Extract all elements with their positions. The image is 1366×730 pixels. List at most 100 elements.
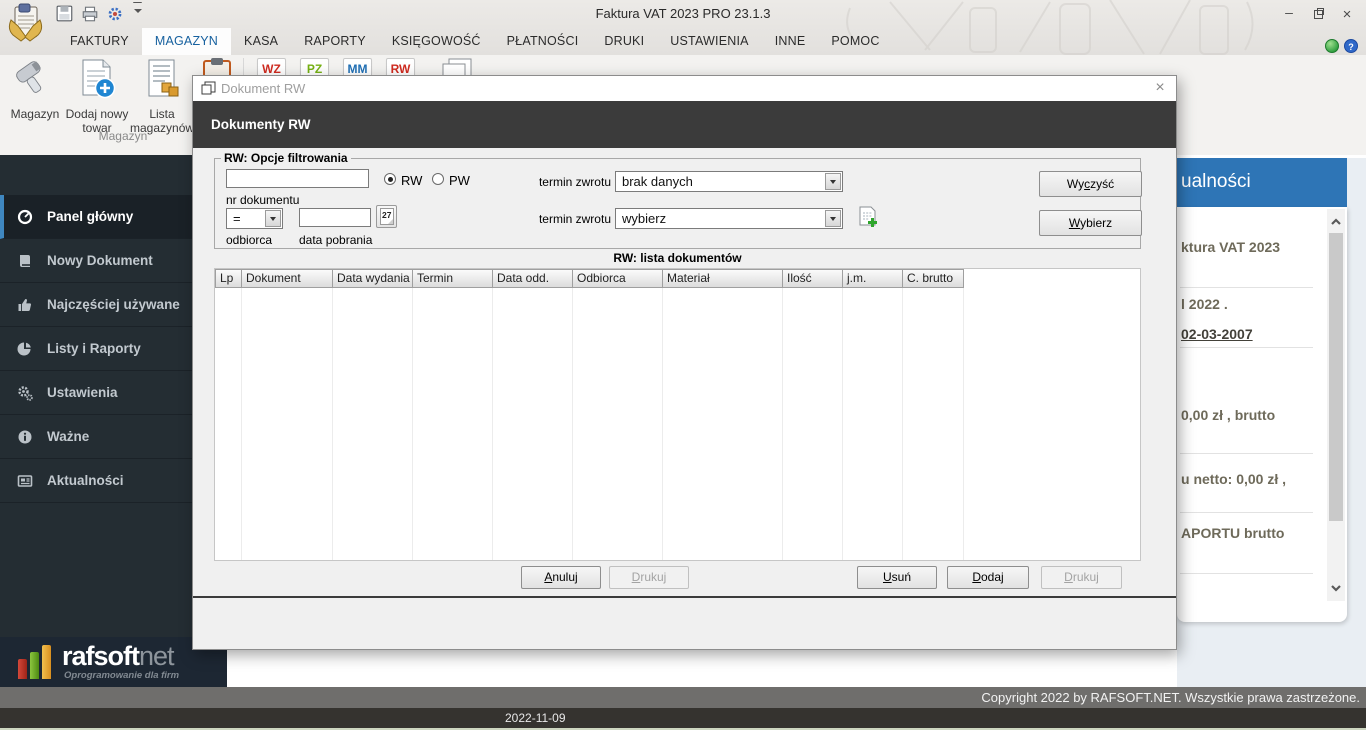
ribbon-button-label: Magazyn <box>6 108 64 122</box>
add-product-icon <box>75 57 119 101</box>
sidebar: Panel główny Nowy Dokument Najczęściej u… <box>0 155 192 690</box>
news-separator <box>1180 573 1313 574</box>
logo-tagline: Oprogramowanie dla firm <box>64 670 179 681</box>
barcode-scanner-icon <box>12 57 58 101</box>
scrollbar-thumb[interactable] <box>1329 233 1343 521</box>
warehouse-list-icon <box>140 57 184 101</box>
tab-kasa[interactable]: KASA <box>231 28 291 55</box>
sidebar-item-wazne[interactable]: Ważne <box>0 415 192 459</box>
odbiorca-operator-combo[interactable]: = <box>226 208 283 229</box>
wyczysc-button[interactable]: Wyczyść <box>1039 171 1142 197</box>
scroll-down-icon[interactable] <box>1329 581 1343 595</box>
column-header-dokument[interactable]: Dokument <box>242 269 333 288</box>
scroll-up-icon[interactable] <box>1329 215 1343 229</box>
combo-arrow-icon[interactable] <box>825 173 841 190</box>
status-bar: 2022-11-09 <box>0 708 1366 728</box>
sidebar-item-panel-glowny[interactable]: Panel główny <box>0 195 192 239</box>
sidebar-item-nowy-dokument[interactable]: Nowy Dokument <box>0 239 192 283</box>
info-icon <box>17 429 35 445</box>
dialog-title: Dokument RW <box>221 81 305 96</box>
filter-groupbox: RW: Opcje filtrowania nr dokumentu RW PW… <box>214 158 1141 249</box>
news-separator <box>1180 453 1313 454</box>
dialog-header-band: Dokumenty RW <box>193 101 1176 148</box>
column-header-data-odd[interactable]: Data odd. <box>493 269 573 288</box>
dialog-titlebar: Dokument RW × <box>193 76 1176 101</box>
news-panel: ktura VAT 2023 l 2022 . 02-03-2007 0,00 … <box>1177 207 1347 622</box>
sidebar-item-ustawienia[interactable]: Ustawienia <box>0 371 192 415</box>
thumb-up-icon <box>17 297 35 313</box>
add-document-icon <box>856 205 879 229</box>
table-header-row: Lp Dokument Data wydania Termin Data odd… <box>215 269 964 288</box>
radio-pw-label[interactable]: PW <box>449 173 470 188</box>
news-item-text: u netto: 0,00 zł , <box>1181 471 1286 487</box>
table-title: RW: lista dokumentów <box>214 251 1141 265</box>
news-item-link[interactable]: 02-03-2007 <box>1181 326 1253 342</box>
ribbon-button-lista-magazynow[interactable]: Lista magazynów <box>130 57 194 136</box>
termin-zwrotu-label-1: termin zwrotu <box>515 175 611 189</box>
tab-faktury[interactable]: FAKTURY <box>57 28 142 55</box>
tab-pomoc[interactable]: POMOC <box>818 28 892 55</box>
minimize-button[interactable]: – <box>1278 7 1300 23</box>
dodaj-button[interactable]: Dodaj <box>947 566 1029 589</box>
sidebar-item-najczesciej-uzywane[interactable]: Najczęściej używane <box>0 283 192 327</box>
combo-arrow-icon[interactable] <box>825 210 841 227</box>
column-header-data-wydania[interactable]: Data wydania <box>333 269 413 288</box>
logo-bar-green <box>30 652 39 679</box>
tab-ustawienia[interactable]: USTAWIENIA <box>657 28 761 55</box>
termin-zwrotu-combo-2[interactable]: wybierz <box>615 208 843 229</box>
calendar-button[interactable]: 27 <box>376 205 397 228</box>
news-item-text: APORTU brutto <box>1181 525 1284 541</box>
news-separator <box>1180 287 1313 288</box>
dashboard-gauge-icon <box>17 209 35 225</box>
tab-platnosci[interactable]: PŁATNOŚCI <box>494 28 592 55</box>
column-header-jm[interactable]: j.m. <box>843 269 903 288</box>
anuluj-button[interactable]: Anuluj <box>521 566 601 589</box>
nr-dokumentu-input[interactable] <box>226 169 369 188</box>
news-scrollbar[interactable] <box>1327 209 1345 601</box>
ribbon-button-magazyn[interactable]: Magazyn <box>6 57 64 122</box>
help-icon[interactable]: ? <box>1344 39 1358 53</box>
online-status-icon[interactable] <box>1325 39 1339 53</box>
tab-magazyn[interactable]: MAGAZYN <box>142 28 231 55</box>
close-button[interactable]: × <box>1336 7 1358 23</box>
book-icon <box>17 253 35 269</box>
termin-zwrotu-combo-1[interactable]: brak danych <box>615 171 843 192</box>
column-header-c-brutto[interactable]: C. brutto <box>903 269 964 288</box>
tab-inne[interactable]: INNE <box>762 28 819 55</box>
copyright-text: Copyright 2022 by RAFSOFT.NET. Wszystkie… <box>981 690 1360 705</box>
dialog-close-icon[interactable]: × <box>1150 79 1170 97</box>
news-separator <box>1180 512 1313 513</box>
wybierz-button[interactable]: Wybierz <box>1039 210 1142 236</box>
news-separator <box>1180 347 1313 348</box>
tab-raporty[interactable]: RAPORTY <box>291 28 379 55</box>
radio-rw-label[interactable]: RW <box>401 173 422 188</box>
combo-arrow-icon[interactable] <box>265 210 281 227</box>
maximize-button[interactable] <box>1308 7 1330 23</box>
ribbon-button-dodaj-nowy-towar[interactable]: Dodaj nowy towar <box>64 57 130 136</box>
tab-ksiegowosc[interactable]: KSIĘGOWOŚĆ <box>379 28 494 55</box>
drukuj-right-button[interactable]: Drukuj <box>1041 566 1122 589</box>
sidebar-item-aktualnosci[interactable]: Aktualności <box>0 459 192 503</box>
column-header-odbiorca[interactable]: Odbiorca <box>573 269 663 288</box>
documents-table: Lp Dokument Data wydania Termin Data odd… <box>214 268 1141 561</box>
column-header-material[interactable]: Materiał <box>663 269 783 288</box>
sidebar-item-listy-i-raporty[interactable]: Listy i Raporty <box>0 327 192 371</box>
data-pobrania-label: data pobrania <box>299 233 372 247</box>
filter-groupbox-legend: RW: Opcje filtrowania <box>221 151 351 165</box>
column-header-lp[interactable]: Lp <box>215 269 242 288</box>
column-header-termin[interactable]: Termin <box>413 269 493 288</box>
drukuj-left-button[interactable]: Drukuj <box>609 566 689 589</box>
usun-button[interactable]: Usuń <box>857 566 937 589</box>
news-item-text: ktura VAT 2023 <box>1181 239 1280 255</box>
news-panel-header: ualności <box>1177 158 1347 207</box>
radio-rw[interactable] <box>384 173 396 185</box>
app-window: Faktura VAT 2023 PRO 23.1.3 – × FAKTURY … <box>0 0 1366 730</box>
add-termin-button[interactable] <box>856 205 879 229</box>
newspaper-icon <box>17 473 35 489</box>
radio-pw[interactable] <box>432 173 444 185</box>
news-panel-title-fragment: ualności <box>1181 171 1251 193</box>
data-pobrania-input[interactable] <box>299 208 371 227</box>
gears-icon <box>17 385 35 401</box>
column-header-ilosc[interactable]: Ilość <box>783 269 843 288</box>
tab-druki[interactable]: DRUKI <box>591 28 657 55</box>
